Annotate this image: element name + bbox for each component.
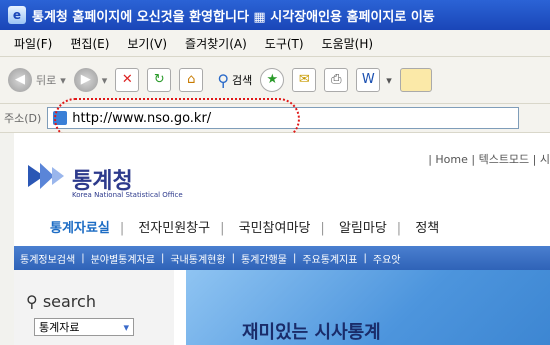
back-dropdown-icon[interactable]: ▾ <box>60 74 66 87</box>
forward-dropdown-icon[interactable]: ▾ <box>102 74 108 87</box>
top-links[interactable]: | Home | 텍스트모드 | 시 <box>428 151 550 167</box>
address-label: 주소(D) <box>4 112 42 125</box>
subnav-item[interactable]: 주요통계지표 <box>302 251 357 266</box>
toolbar: ◀ 뒤로 ▾ ▶ ▾ ✕ ↻ ⌂ ⚲ 검색 ★ ✉ ⎙ W ▾ <box>0 57 550 104</box>
window-title-bar: e 통계청 홈페이지에 오신것을 환영합니다 ▦ 시각장애인용 홈페이지로 이동 <box>0 0 550 30</box>
left-panel: ⚲ search 통계자료 ▾ <box>14 270 174 345</box>
home-icon[interactable]: ⌂ <box>179 68 204 92</box>
search-icon: ⚲ <box>217 70 230 90</box>
subnav-item[interactable]: 분야별통계자료 <box>91 251 155 266</box>
nav-statistics[interactable]: 통계자료실 <box>50 221 110 236</box>
address-url[interactable]: http://www.nso.go.kr/ <box>72 111 211 126</box>
subnav-item[interactable]: 통계간행물 <box>241 251 287 266</box>
subnav-item[interactable]: 국내통계현황 <box>170 251 225 266</box>
search-label: 검색 <box>232 74 253 87</box>
forward-button[interactable]: ▶ ▾ <box>73 68 108 92</box>
chevron-down-icon: ▾ <box>123 320 129 334</box>
sub-nav: 통계정보검색 | 분야별통계자료 | 국내통계현황 | 통계간행물 | 주요통계지표 | … <box>14 246 550 270</box>
nav-civil[interactable]: 전자민원창구 <box>138 221 210 236</box>
refresh-icon[interactable]: ↻ <box>147 68 172 92</box>
back-arrow-icon: ◀ <box>8 68 32 92</box>
window-title: 통계청 홈페이지에 오신것을 환영합니다 ▦ 시각장애인용 홈페이지로 이동 <box>32 9 435 25</box>
main-nav: 통계자료실 | 전자민원창구 | 국민참여마당 | 알림마당 | 정책 <box>50 221 440 236</box>
ie-logo-icon: e <box>8 6 26 24</box>
web-page: | Home | 텍스트모드 | 시 통계청 Korea National St… <box>14 133 550 345</box>
address-bar: 주소(D) http://www.nso.go.kr/ <box>0 104 550 133</box>
menu-tools[interactable]: 도구(T) <box>265 35 304 52</box>
site-search-heading: ⚲ search <box>26 292 96 311</box>
menu-bar: 파일(F) 편집(E) 보기(V) 즐겨찾기(A) 도구(T) 도움말(H) <box>0 30 550 57</box>
mail-icon[interactable]: ✉ <box>292 68 317 92</box>
edit-icon[interactable]: W <box>356 68 381 92</box>
logo-mark-icon <box>28 163 64 189</box>
select-value: 통계자료 <box>39 321 80 334</box>
magnifier-icon: ⚲ <box>26 292 38 311</box>
promo-banner[interactable]: 재미있는 시사통계 <box>186 270 550 345</box>
back-button[interactable]: ◀ 뒤로 ▾ <box>8 68 66 92</box>
address-field[interactable]: http://www.nso.go.kr/ <box>47 107 520 129</box>
back-label: 뒤로 <box>36 74 57 87</box>
forward-arrow-icon: ▶ <box>73 68 98 92</box>
nav-participation[interactable]: 국민참여마당 <box>239 221 311 236</box>
nav-policy[interactable]: 정책 <box>415 221 439 236</box>
page-icon <box>53 111 68 125</box>
print-icon[interactable]: ⎙ <box>324 68 349 92</box>
search-heading-text: search <box>42 292 96 311</box>
search-category-select[interactable]: 통계자료 ▾ <box>34 318 134 336</box>
search-button[interactable]: ⚲ 검색 <box>217 71 252 90</box>
banner-text: 재미있는 시사통계 <box>242 322 381 343</box>
menu-edit[interactable]: 편집(E) <box>70 35 109 52</box>
subnav-item[interactable]: 통계정보검색 <box>20 251 75 266</box>
nav-notice[interactable]: 알림마당 <box>339 221 387 236</box>
edit-dropdown-icon[interactable]: ▾ <box>386 74 392 87</box>
subnav-item[interactable]: 주요앗 <box>373 251 401 266</box>
favorites-icon[interactable]: ★ <box>260 68 285 92</box>
stop-icon[interactable]: ✕ <box>115 68 140 92</box>
menu-file[interactable]: 파일(F) <box>14 35 52 52</box>
logo-sub: Korea National Statistical Office <box>72 191 183 199</box>
menu-favorites[interactable]: 즐겨찾기(A) <box>185 35 247 52</box>
menu-help[interactable]: 도움말(H) <box>322 35 374 52</box>
messenger-icon[interactable] <box>399 68 432 92</box>
menu-view[interactable]: 보기(V) <box>127 35 167 52</box>
